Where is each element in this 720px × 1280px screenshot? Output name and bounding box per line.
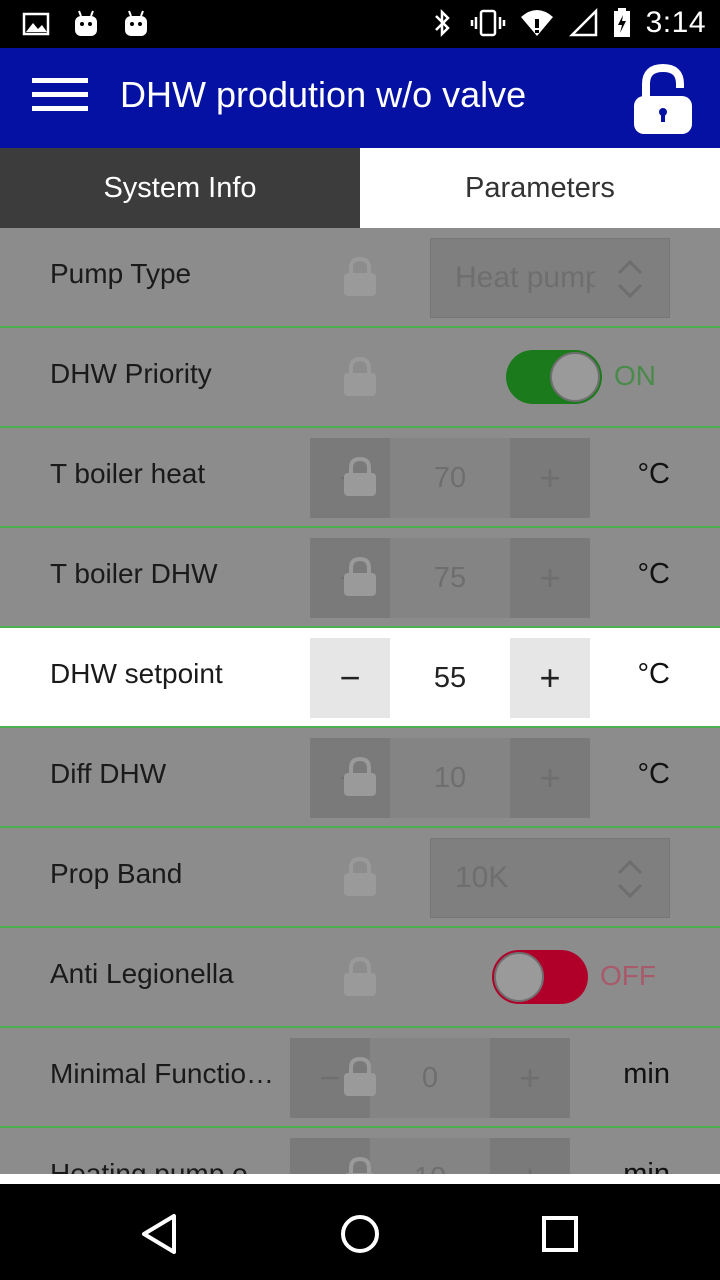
system-status-icons: 3:14 bbox=[428, 6, 706, 40]
row-dhw-priority: DHW Priority ON bbox=[0, 328, 720, 428]
row-label: T boiler DHW bbox=[50, 558, 218, 589]
stepper-value[interactable]: 10 bbox=[370, 1138, 490, 1174]
app-bar: DHW prodution w/o valve bbox=[0, 48, 720, 148]
navigation-bar bbox=[0, 1184, 720, 1280]
tab-parameters[interactable]: Parameters bbox=[360, 148, 720, 228]
minimal-function-stepper: − 0 + bbox=[290, 1038, 570, 1118]
hamburger-menu-icon[interactable] bbox=[32, 78, 88, 118]
row-t-boiler-dhw: T boiler DHW − 75 + °C bbox=[0, 528, 720, 628]
row-heating-pump: Heating pump o… − 10 + min bbox=[0, 1128, 720, 1174]
increment-button[interactable]: + bbox=[490, 1138, 570, 1174]
row-t-boiler-heat: T boiler heat − 70 + °C bbox=[0, 428, 720, 528]
row-anti-legionella: Anti Legionella OFF bbox=[0, 928, 720, 1028]
stepper-value[interactable]: 55 bbox=[390, 638, 510, 718]
clock: 3:14 bbox=[645, 6, 706, 39]
stepper-value[interactable]: 75 bbox=[390, 538, 510, 618]
unit-label: °C bbox=[637, 658, 670, 690]
stepper-value[interactable]: 70 bbox=[390, 438, 510, 518]
increment-button[interactable]: + bbox=[510, 538, 590, 618]
toggle-state: ON bbox=[614, 360, 656, 391]
app-title: DHW prodution w/o valve bbox=[120, 74, 527, 115]
unit-label: min bbox=[623, 1058, 670, 1090]
notification-icons bbox=[22, 8, 150, 40]
status-bar: 3:14 bbox=[0, 0, 720, 48]
spinner-value: 10K bbox=[455, 861, 509, 894]
dhw-setpoint-stepper: − 55 + bbox=[310, 638, 590, 718]
toggle-knob bbox=[550, 352, 600, 402]
row-diff-dhw: Diff DHW − 10 + °C bbox=[0, 728, 720, 828]
lock-icon bbox=[344, 756, 376, 796]
row-dhw-setpoint: DHW setpoint − 55 + °C bbox=[0, 628, 720, 728]
increment-button[interactable]: + bbox=[510, 738, 590, 818]
anti-legionella-toggle[interactable] bbox=[492, 950, 588, 1004]
parameter-list[interactable]: Pump Type Heat pump DHW Priority ON T bo… bbox=[0, 228, 720, 1174]
row-label: T boiler heat bbox=[50, 458, 206, 489]
decrement-button[interactable]: − bbox=[310, 638, 390, 718]
spinner-value: Heat pump bbox=[455, 261, 595, 294]
unit-label: °C bbox=[637, 558, 670, 590]
lock-icon bbox=[344, 856, 376, 896]
signal-icon bbox=[568, 7, 597, 37]
battery-charging-icon bbox=[613, 8, 630, 37]
list-bottom-edge bbox=[0, 1174, 720, 1184]
lock-icon bbox=[344, 556, 376, 596]
lock-icon bbox=[345, 1156, 375, 1174]
toggle-state: OFF bbox=[600, 960, 656, 991]
home-icon[interactable] bbox=[336, 1210, 384, 1258]
row-label: Pump Type bbox=[50, 258, 192, 289]
row-label: Heating pump o… bbox=[50, 1158, 276, 1174]
image-notification-icon bbox=[22, 12, 50, 36]
recents-icon[interactable] bbox=[536, 1210, 584, 1258]
heating-pump-stepper: − 10 + bbox=[290, 1138, 570, 1174]
wifi-icon bbox=[520, 10, 553, 36]
unlocked-padlock-icon[interactable] bbox=[632, 64, 694, 136]
toggle-knob bbox=[494, 952, 544, 1002]
lock-icon bbox=[344, 956, 376, 996]
row-prop-band: Prop Band 10K bbox=[0, 828, 720, 928]
row-label: Prop Band bbox=[50, 858, 183, 889]
increment-button[interactable]: + bbox=[510, 438, 590, 518]
spinner-arrows-icon bbox=[617, 859, 643, 899]
pump-type-spinner[interactable]: Heat pump bbox=[430, 238, 670, 318]
lock-icon bbox=[344, 356, 376, 396]
prop-band-spinner[interactable]: 10K bbox=[430, 838, 670, 918]
stepper-value[interactable]: 0 bbox=[370, 1038, 490, 1118]
unit-label: °C bbox=[637, 458, 670, 490]
row-label: Minimal Functio… bbox=[50, 1058, 275, 1089]
row-label: Anti Legionella bbox=[50, 958, 234, 989]
spinner-arrows-icon bbox=[617, 259, 643, 299]
back-icon[interactable] bbox=[136, 1210, 184, 1258]
tab-system-info[interactable]: System Info bbox=[0, 148, 360, 228]
increment-button[interactable]: + bbox=[510, 638, 590, 718]
row-pump-type: Pump Type Heat pump bbox=[0, 228, 720, 328]
dhw-priority-toggle[interactable] bbox=[506, 350, 602, 404]
vibrate-icon bbox=[470, 9, 505, 37]
lock-icon bbox=[344, 256, 376, 296]
android-notification-icon bbox=[125, 10, 147, 36]
row-minimal-function: Minimal Functio… − 0 + min bbox=[0, 1028, 720, 1128]
unit-label: min bbox=[623, 1158, 670, 1174]
increment-button[interactable]: + bbox=[490, 1038, 570, 1118]
tab-bar: System Info Parameters bbox=[0, 148, 720, 228]
lock-icon bbox=[344, 1056, 376, 1096]
row-label: DHW setpoint bbox=[50, 658, 223, 689]
stepper-value[interactable]: 10 bbox=[390, 738, 510, 818]
lock-icon bbox=[344, 456, 376, 496]
unit-label: °C bbox=[637, 758, 670, 790]
bluetooth-icon bbox=[434, 8, 450, 38]
row-label: DHW Priority bbox=[50, 358, 212, 389]
row-label: Diff DHW bbox=[50, 758, 167, 789]
android-notification-icon bbox=[75, 10, 97, 36]
